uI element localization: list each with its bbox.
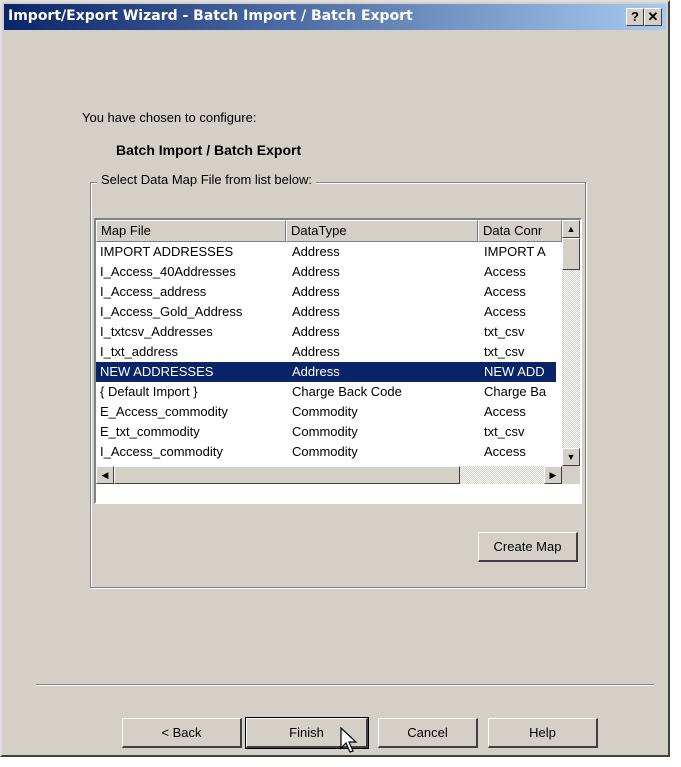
scroll-left-button[interactable]: ◀ [96, 466, 114, 484]
table-row[interactable]: { Default Import } Charge Back Code Charge… [96, 382, 556, 402]
table-row[interactable]: I_Access_40Addresses Address Access [96, 262, 556, 282]
cell-datatype: Address [292, 344, 340, 359]
table-row[interactable]: E_txt_commodity Commodity txt_csv [96, 422, 556, 442]
cell-data-connection: txt_csv [484, 344, 525, 359]
cell-data-connection: txt_csv [484, 324, 525, 339]
cell-map-file: I_txtcsv_Addresses [100, 324, 213, 339]
scroll-left-icon: ◀ [101, 470, 109, 480]
table-row[interactable]: I_Access_Gold_Address Address Access [96, 302, 556, 322]
cell-map-file: IMPORT ADDRESSES [100, 244, 234, 259]
cell-datatype: Charge Back Code [292, 384, 402, 399]
cell-data-connection: IMPORT A [484, 244, 546, 259]
configure-prompt: You have chosen to configure: [82, 110, 257, 125]
scroll-right-button[interactable]: ▶ [544, 466, 562, 484]
cell-datatype: Commodity [292, 424, 358, 439]
cancel-button[interactable]: Cancel [378, 718, 478, 748]
horizontal-scrollbar[interactable]: ◀ ▶ [96, 466, 562, 484]
cell-datatype: Address [292, 264, 340, 279]
table-row[interactable]: I_txtcsv_Addresses Address txt_csv [96, 322, 556, 342]
scroll-up-icon: ▲ [566, 224, 576, 234]
finish-label: Finish [289, 725, 324, 740]
scroll-up-button[interactable]: ▲ [562, 220, 580, 238]
table-row[interactable]: I_Access_address Address Access [96, 282, 556, 302]
close-title-button[interactable]: ✕ [644, 8, 662, 26]
footer-separator [36, 684, 654, 686]
cancel-label: Cancel [407, 725, 448, 740]
column-header-datatype[interactable]: DataType [286, 220, 478, 242]
cell-data-connection: txt_csv [484, 424, 525, 439]
create-map-button[interactable]: Create Map [478, 532, 578, 562]
table-row[interactable]: IMPORT ADDRESSES Address IMPORT A [96, 242, 556, 262]
table-row[interactable]: NEW ADDRESSES Address NEW ADD [96, 362, 556, 382]
cell-datatype: Commodity [292, 444, 358, 459]
cell-data-connection: Charge Ba [484, 384, 547, 399]
cell-map-file: NEW ADDRESSES [100, 364, 214, 379]
cell-map-file: { Default Import } [100, 384, 198, 399]
cell-map-file: I_Access_address [100, 284, 207, 299]
vertical-scrollbar[interactable]: ▲ ▼ [562, 220, 580, 466]
cell-data-connection: Access [484, 264, 526, 279]
cell-data-connection: NEW ADD [484, 364, 545, 379]
cell-datatype: Address [292, 284, 340, 299]
title-bar[interactable]: Import/Export Wizard - Batch Import / Ba… [4, 4, 666, 30]
table-row[interactable]: I_Access_commodity Commodity Access [96, 442, 556, 462]
table-row[interactable]: I_txt_address Address txt_csv [96, 342, 556, 362]
create-map-label: Create Map [493, 539, 562, 554]
scrollbar-corner [562, 466, 580, 484]
cell-datatype: Address [292, 324, 340, 339]
cell-map-file: I_Access_commodity [100, 444, 223, 459]
cell-datatype: Address [292, 304, 340, 319]
scroll-down-button[interactable]: ▼ [562, 448, 580, 466]
cell-datatype: Commodity [292, 404, 358, 419]
back-label: < Back [161, 725, 202, 740]
table-row[interactable]: E_Access_commodity Commodity Access [96, 402, 556, 422]
back-button[interactable]: < Back [122, 718, 242, 748]
column-header-data-connection[interactable]: Data Conr [478, 220, 562, 242]
cell-datatype: Address [292, 244, 340, 259]
cell-data-connection: Access [484, 304, 526, 319]
cell-map-file: E_Access_commodity [100, 404, 228, 419]
scroll-right-icon: ▶ [549, 470, 557, 480]
cell-map-file: I_Access_Gold_Address [100, 304, 243, 319]
configure-selection: Batch Import / Batch Export [116, 142, 302, 158]
help-title-button[interactable]: ? [626, 8, 644, 26]
cell-map-file: I_txt_address [100, 344, 179, 359]
data-map-list[interactable]: Map File DataType Data Conr IMPORT ADDRE… [94, 218, 582, 504]
cell-data-connection: Access [484, 404, 526, 419]
cell-map-file: I_Access_40Addresses [100, 264, 236, 279]
cell-data-connection: Access [484, 284, 526, 299]
help-button[interactable]: Help [488, 718, 598, 748]
help-label: Help [529, 725, 556, 740]
cell-map-file: E_txt_commodity [100, 424, 200, 439]
window-title: Import/Export Wizard - Batch Import / Ba… [8, 8, 413, 24]
vertical-scroll-thumb[interactable] [562, 238, 580, 270]
column-header-map-file[interactable]: Map File [96, 220, 286, 242]
cell-datatype: Address [292, 364, 340, 379]
mouse-cursor-icon [340, 727, 358, 753]
groupbox-legend: Select Data Map File from list below: [97, 172, 316, 187]
horizontal-scroll-thumb[interactable] [114, 466, 460, 484]
cell-data-connection: Access [484, 444, 526, 459]
scroll-down-icon: ▼ [566, 452, 576, 462]
